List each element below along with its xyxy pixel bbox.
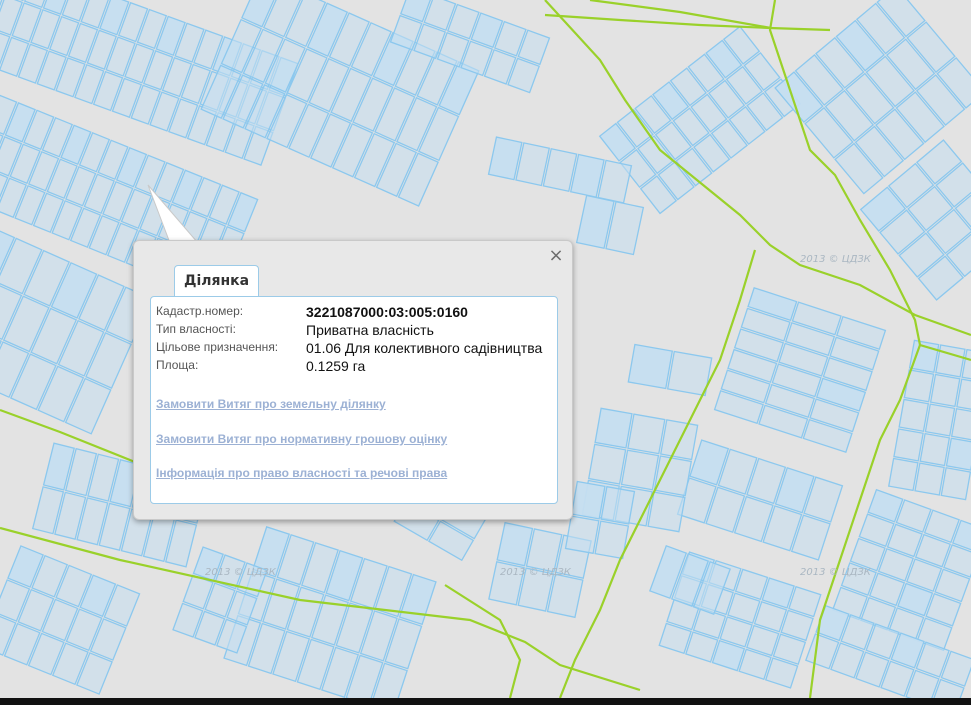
land-parcel[interactable] bbox=[898, 398, 930, 433]
land-parcel[interactable] bbox=[627, 343, 674, 390]
ownership-rights-info-link[interactable]: Інформація про право власності та речові… bbox=[156, 466, 447, 480]
land-parcel[interactable] bbox=[620, 449, 660, 491]
land-parcel[interactable] bbox=[587, 443, 627, 485]
copyright-watermark: 2013 © ЦДЗК bbox=[800, 254, 872, 265]
order-valuation-extract-link[interactable]: Замовити Витяг про нормативну грошову оц… bbox=[156, 432, 447, 446]
attribute-row-purpose: Цільове призначення: 01.06 Для колективн… bbox=[156, 340, 542, 358]
attribute-label: Площа: bbox=[156, 358, 199, 372]
land-parcel[interactable] bbox=[950, 407, 971, 442]
parcel-attributes-table: Кадастр.номер: 3221087000:03:005:0160 Ти… bbox=[156, 304, 542, 376]
copyright-watermark: 2013 © ЦДЗК bbox=[500, 567, 572, 578]
land-parcel[interactable] bbox=[496, 521, 534, 567]
bottom-bar bbox=[0, 698, 971, 705]
area-value: 0.1259 га bbox=[306, 358, 366, 374]
land-parcel[interactable] bbox=[546, 573, 584, 619]
attribute-label: Кадастр.номер: bbox=[156, 304, 244, 318]
land-parcel[interactable] bbox=[914, 462, 945, 496]
copyright-watermark: 2013 © ЦДЗК bbox=[800, 567, 872, 578]
attribute-label: Тип власності: bbox=[156, 322, 236, 336]
parcel-info-panel: Кадастр.номер: 3221087000:03:005:0160 Ти… bbox=[150, 296, 558, 504]
purpose-value: 01.06 Для колективного садівництва bbox=[306, 340, 543, 356]
parcel-block[interactable] bbox=[0, 545, 141, 695]
parcel-block[interactable] bbox=[649, 544, 731, 616]
parcel-block[interactable] bbox=[598, 25, 802, 215]
parcel-block[interactable] bbox=[627, 343, 713, 397]
land-parcel[interactable] bbox=[653, 455, 693, 497]
land-parcel[interactable] bbox=[594, 407, 633, 449]
boundary-line bbox=[544, 13, 831, 32]
land-parcel[interactable] bbox=[564, 515, 600, 555]
parcel-block[interactable] bbox=[713, 286, 887, 454]
tab-parcel[interactable]: Ділянка bbox=[174, 265, 260, 296]
parcel-info-popup: × Ділянка Кадастр.номер: 3221087000:03:0… bbox=[133, 240, 573, 520]
attribute-row-area: Площа: 0.1259 га bbox=[156, 358, 542, 376]
land-parcel[interactable] bbox=[924, 403, 956, 437]
land-parcel[interactable] bbox=[945, 437, 971, 471]
close-icon[interactable]: × bbox=[548, 247, 564, 265]
ownership-type-value: Приватна власність bbox=[306, 322, 434, 338]
copyright-watermark: 2013 © ЦДЗК bbox=[205, 567, 277, 578]
land-parcel[interactable] bbox=[940, 467, 971, 501]
attribute-row-ownership-type: Тип власності: Приватна власність bbox=[156, 322, 542, 340]
order-land-extract-link[interactable]: Замовити Витяг про земельну ділянку bbox=[156, 397, 386, 411]
land-parcel[interactable] bbox=[600, 485, 636, 525]
land-parcel[interactable] bbox=[919, 432, 951, 467]
land-parcel[interactable] bbox=[887, 457, 919, 492]
land-parcel[interactable] bbox=[935, 344, 966, 378]
land-parcel[interactable] bbox=[647, 491, 686, 533]
parcel-block[interactable] bbox=[887, 339, 971, 501]
land-parcel[interactable] bbox=[627, 413, 666, 455]
land-parcel[interactable] bbox=[893, 428, 924, 462]
cadastral-number-value: 3221087000:03:005:0160 bbox=[306, 304, 468, 320]
land-parcel[interactable] bbox=[525, 528, 563, 573]
parcel-block[interactable] bbox=[564, 480, 636, 560]
land-parcel[interactable] bbox=[929, 373, 961, 408]
attribute-label: Цільове призначення: bbox=[156, 340, 279, 354]
land-parcel[interactable] bbox=[570, 480, 606, 520]
attribute-row-cadastral-number: Кадастр.номер: 3221087000:03:005:0160 bbox=[156, 304, 542, 322]
parcel-block[interactable] bbox=[575, 194, 645, 256]
parcel-block[interactable] bbox=[676, 439, 844, 561]
